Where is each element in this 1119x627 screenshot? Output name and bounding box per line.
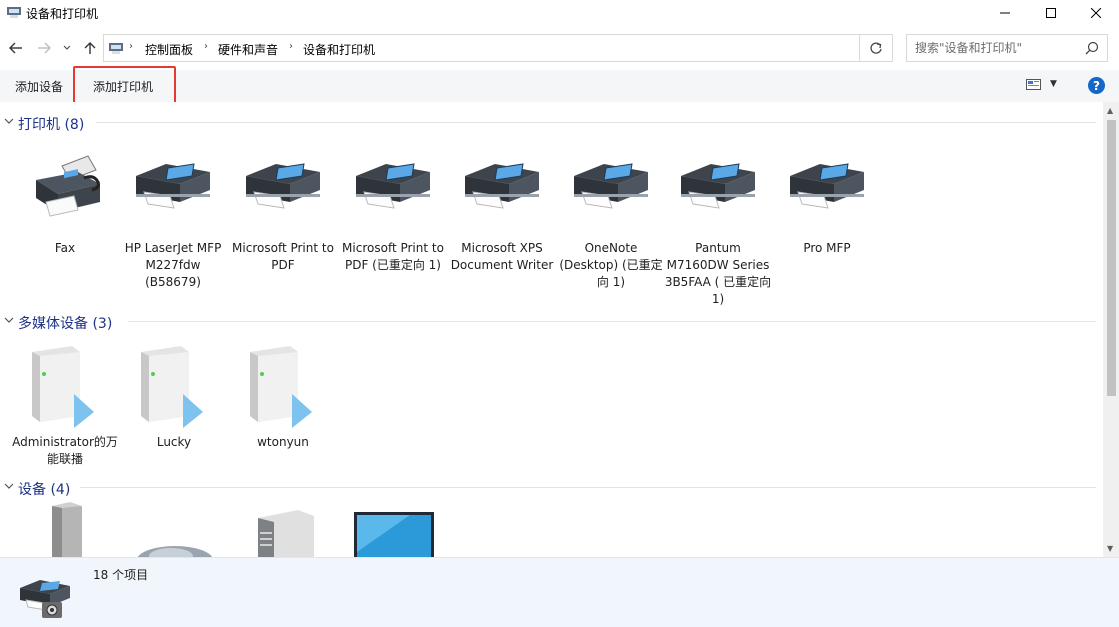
group-title: 多媒体设备 (3) bbox=[18, 316, 113, 332]
command-bar: 添加设备 添加打印机 bbox=[0, 70, 1119, 102]
printer-icon bbox=[681, 163, 755, 209]
breadcrumb-separator-icon: › bbox=[289, 41, 293, 52]
speaker-tower-icon bbox=[52, 502, 82, 557]
device-label: Microsoft XPS Document Writer bbox=[450, 241, 554, 272]
device-label: OneNote (Desktop) (已重定向 1) bbox=[559, 241, 663, 289]
refresh-button[interactable] bbox=[860, 34, 893, 62]
media-server-icon bbox=[141, 346, 203, 428]
search-icon[interactable] bbox=[1085, 41, 1099, 58]
printer-icon bbox=[136, 163, 210, 209]
group-title: 设备 (4) bbox=[18, 482, 71, 498]
scroll-down-arrow-icon[interactable]: ▼ bbox=[1107, 544, 1113, 553]
device-label: Lucky bbox=[156, 435, 192, 449]
group-title: 打印机 (8) bbox=[18, 117, 85, 133]
help-icon[interactable]: ? bbox=[1088, 77, 1105, 94]
group-divider bbox=[128, 321, 1096, 322]
recent-locations-chevron-icon[interactable] bbox=[60, 38, 74, 58]
group-divider bbox=[96, 122, 1096, 123]
group-header-multimedia[interactable]: 多媒体设备 (3) bbox=[0, 311, 1100, 333]
view-options-dropdown-icon[interactable]: ▼ bbox=[1050, 79, 1057, 89]
mouse-icon bbox=[137, 546, 213, 557]
printer-icon bbox=[465, 163, 539, 209]
search-input[interactable] bbox=[915, 40, 1080, 56]
device-label: wtonyun bbox=[257, 435, 309, 449]
close-button[interactable] bbox=[1073, 0, 1119, 26]
printer-icon bbox=[790, 163, 864, 209]
control-panel-icon bbox=[108, 41, 124, 58]
device-label: Administrator的万能联播 bbox=[12, 435, 118, 466]
monitor-icon bbox=[354, 512, 434, 557]
window-title: 设备和打印机 bbox=[26, 7, 99, 21]
devices-printers-large-icon bbox=[18, 574, 74, 625]
minimize-button[interactable] bbox=[982, 0, 1028, 26]
search-box[interactable] bbox=[906, 34, 1108, 62]
details-pane: 18 个项目 bbox=[0, 557, 1119, 627]
breadcrumb-control-panel[interactable]: 控制面板 bbox=[145, 41, 193, 58]
devices-printers-app-icon bbox=[6, 5, 22, 22]
media-server-icon bbox=[250, 346, 312, 428]
change-view-icon[interactable] bbox=[1026, 79, 1042, 94]
collapse-chevron-icon[interactable] bbox=[4, 480, 14, 493]
device-label: Pro MFP bbox=[803, 241, 851, 255]
collapse-chevron-icon[interactable] bbox=[4, 115, 14, 128]
printer-icon bbox=[246, 163, 320, 209]
group-header-devices[interactable]: 设备 (4) bbox=[0, 477, 1100, 499]
device-label: HP LaserJet MFP M227fdw (B58679) bbox=[124, 241, 222, 289]
printer-icon bbox=[356, 163, 430, 209]
title-bar: 设备和打印机 bbox=[0, 0, 1119, 26]
address-bar[interactable]: › 控制面板 › 硬件和声音 › 设备和打印机 bbox=[103, 34, 944, 62]
breadcrumb-separator-icon: › bbox=[204, 41, 208, 52]
group-header-printers[interactable]: 打印机 (8) bbox=[0, 112, 1100, 134]
computer-tower-icon bbox=[258, 510, 314, 557]
device-label: Microsoft Print to PDF bbox=[232, 241, 334, 272]
forward-arrow-icon[interactable] bbox=[34, 38, 54, 58]
device-label: Pantum M7160DW Series 3B5FAA ( 已重定向 1) bbox=[664, 241, 772, 306]
breadcrumb-hardware-sound[interactable]: 硬件和声音 bbox=[218, 41, 278, 58]
up-arrow-icon[interactable] bbox=[80, 38, 100, 58]
device-label: Fax bbox=[54, 241, 76, 255]
add-device-button[interactable]: 添加设备 bbox=[15, 78, 63, 95]
media-server-icon bbox=[32, 346, 94, 428]
collapse-chevron-icon[interactable] bbox=[4, 314, 14, 327]
fax-icon bbox=[36, 155, 100, 217]
group-divider bbox=[80, 487, 1096, 488]
back-arrow-icon[interactable] bbox=[6, 38, 26, 58]
add-printer-button[interactable]: 添加打印机 bbox=[93, 78, 153, 95]
vertical-scrollbar[interactable]: ▲ ▼ bbox=[1103, 102, 1119, 557]
maximize-button[interactable] bbox=[1028, 0, 1074, 26]
refresh-icon bbox=[870, 42, 882, 54]
scroll-up-arrow-icon[interactable]: ▲ bbox=[1107, 106, 1113, 115]
breadcrumb-devices-printers[interactable]: 设备和打印机 bbox=[303, 41, 375, 58]
device-label: Microsoft Print to PDF (已重定向 1) bbox=[342, 241, 444, 272]
navigation-bar: › 控制面板 › 硬件和声音 › 设备和打印机 bbox=[0, 30, 1119, 66]
scrollbar-thumb[interactable] bbox=[1107, 120, 1116, 396]
item-count: 18 个项目 bbox=[93, 568, 149, 582]
breadcrumb-separator-icon: › bbox=[129, 41, 133, 52]
devices-content-pane: 打印机 (8) Fax HP LaserJet MFP M227fdw (B58… bbox=[0, 102, 1103, 557]
printer-icon bbox=[574, 163, 648, 209]
